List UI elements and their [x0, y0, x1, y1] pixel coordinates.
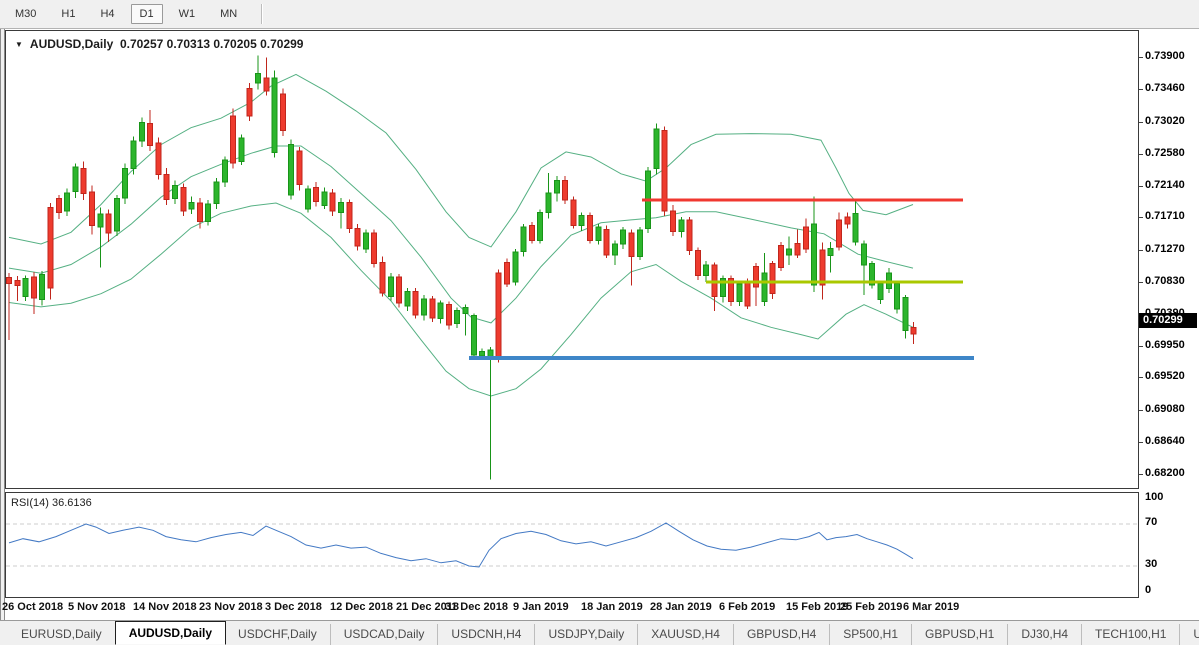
price-axis-label: 0.72580 [1145, 147, 1199, 159]
price-axis-tick [1139, 282, 1143, 283]
price-chart-canvas[interactable] [6, 31, 1138, 488]
date-axis-label: 9 Jan 2019 [513, 601, 569, 613]
symbol-tab-dj30-h4[interactable]: DJ30,H4 [1008, 624, 1082, 645]
price-axis-label: 0.70830 [1145, 275, 1199, 287]
date-axis-label: 25 Feb 2019 [840, 601, 902, 613]
date-axis-label: 31 Dec 2018 [445, 601, 508, 613]
toolbar-separator [261, 4, 262, 24]
date-axis-label: 5 Nov 2018 [68, 601, 125, 613]
price-axis-tick [1139, 122, 1143, 123]
rsi-axis-label: 70 [1145, 516, 1199, 528]
symbol-tab-gbpusd-h4[interactable]: GBPUSD,H4 [734, 624, 830, 645]
timeframe-button-mn[interactable]: MN [211, 4, 246, 24]
date-axis-label: 28 Jan 2019 [650, 601, 712, 613]
timeframe-button-w1[interactable]: W1 [170, 4, 205, 24]
price-axis-tick [1139, 89, 1143, 90]
date-axis-label: 14 Nov 2018 [133, 601, 197, 613]
price-chart-pane[interactable]: ▼ AUDUSD,Daily 0.70257 0.70313 0.70205 0.… [5, 30, 1139, 489]
price-axis-label: 0.69520 [1145, 370, 1199, 382]
symbol-tabbar: EURUSD,DailyAUDUSD,DailyUSDCHF,DailyUSDC… [0, 620, 1199, 645]
symbol-tab-usdchf-daily[interactable]: USDCHF,Daily [225, 624, 331, 645]
price-axis-label: 0.73020 [1145, 115, 1199, 127]
symbol-tab-gbpusd-h1[interactable]: GBPUSD,H1 [912, 624, 1008, 645]
price-axis-tick [1139, 154, 1143, 155]
chevron-down-icon[interactable]: ▼ [15, 40, 23, 49]
chart-title: ▼ AUDUSD,Daily 0.70257 0.70313 0.70205 0.… [15, 37, 303, 51]
price-axis-tick [1139, 474, 1143, 475]
bollinger-lower-band [9, 203, 913, 396]
price-axis-label: 0.73460 [1145, 82, 1199, 94]
date-axis-label: 6 Mar 2019 [903, 601, 959, 613]
price-axis-label: 0.72140 [1145, 179, 1199, 191]
symbol-tab-usdjpy-daily[interactable]: USDJPY,Daily [535, 624, 638, 645]
price-axis-label: 0.71270 [1145, 243, 1199, 255]
current-price-tag: 0.70299 [1139, 313, 1197, 328]
date-axis-label: 26 Oct 2018 [2, 601, 63, 613]
bollinger-middle-band [9, 146, 913, 323]
chart-symbol-label: AUDUSD,Daily [30, 37, 113, 51]
timeframe-button-h4[interactable]: H4 [91, 4, 123, 24]
symbol-tab-audusd-daily[interactable]: AUDUSD,Daily [115, 621, 226, 645]
rsi-indicator-label: RSI(14) 36.6136 [11, 497, 92, 509]
symbol-tab-usdcad-daily[interactable]: USDCAD,Daily [331, 624, 439, 645]
price-axis-label: 0.69080 [1145, 403, 1199, 415]
price-axis-tick [1139, 442, 1143, 443]
timeframe-button-d1[interactable]: D1 [131, 4, 163, 24]
symbol-tab-tech100-h1[interactable]: TECH100,H1 [1082, 624, 1180, 645]
symbol-tab-sp500-h1[interactable]: SP500,H1 [830, 624, 912, 645]
rsi-indicator-pane[interactable]: RSI(14) 36.6136 [5, 492, 1139, 598]
price-axis-tick [1139, 410, 1143, 411]
date-axis-label: 12 Dec 2018 [330, 601, 393, 613]
date-axis-label: 6 Feb 2019 [719, 601, 775, 613]
price-axis-label: 0.69950 [1145, 339, 1199, 351]
price-axis-tick [1139, 250, 1143, 251]
price-axis-tick [1139, 57, 1143, 58]
price-axis-label: 0.73900 [1145, 50, 1199, 62]
price-axis-label: 0.68200 [1145, 467, 1199, 479]
price-axis-tick [1139, 346, 1143, 347]
bollinger-upper-band [9, 74, 913, 247]
rsi-line [9, 523, 913, 567]
date-axis-label: 3 Dec 2018 [265, 601, 322, 613]
rsi-axis-label: 100 [1145, 491, 1199, 503]
rsi-chart-canvas[interactable] [6, 493, 1138, 597]
price-axis-tick [1139, 377, 1143, 378]
timeframe-toolbar: M30 H1 H4 D1 W1 MN [0, 0, 1199, 29]
price-axis-tick [1139, 217, 1143, 218]
rsi-axis-label: 0 [1145, 584, 1199, 596]
price-axis-tick [1139, 186, 1143, 187]
price-axis-label: 0.71710 [1145, 210, 1199, 222]
price-axis-label: 0.68640 [1145, 435, 1199, 447]
symbol-tab-ukoil-[interactable]: UKOil, [1180, 624, 1199, 645]
trading-terminal-window: { "toolbar": { "timeframes": ["M30", "H1… [0, 0, 1199, 645]
date-axis-label: 18 Jan 2019 [581, 601, 643, 613]
symbol-tab-usdcnh-h4[interactable]: USDCNH,H4 [438, 624, 535, 645]
timeframe-button-m30[interactable]: M30 [6, 4, 45, 24]
symbol-tab-xauusd-h4[interactable]: XAUUSD,H4 [638, 624, 734, 645]
date-axis-label: 23 Nov 2018 [199, 601, 263, 613]
timeframe-button-h1[interactable]: H1 [52, 4, 84, 24]
chart-ohlc-quotes: 0.70257 0.70313 0.70205 0.70299 [120, 37, 304, 51]
rsi-axis-label: 30 [1145, 558, 1199, 570]
symbol-tab-eurusd-daily[interactable]: EURUSD,Daily [8, 624, 116, 645]
